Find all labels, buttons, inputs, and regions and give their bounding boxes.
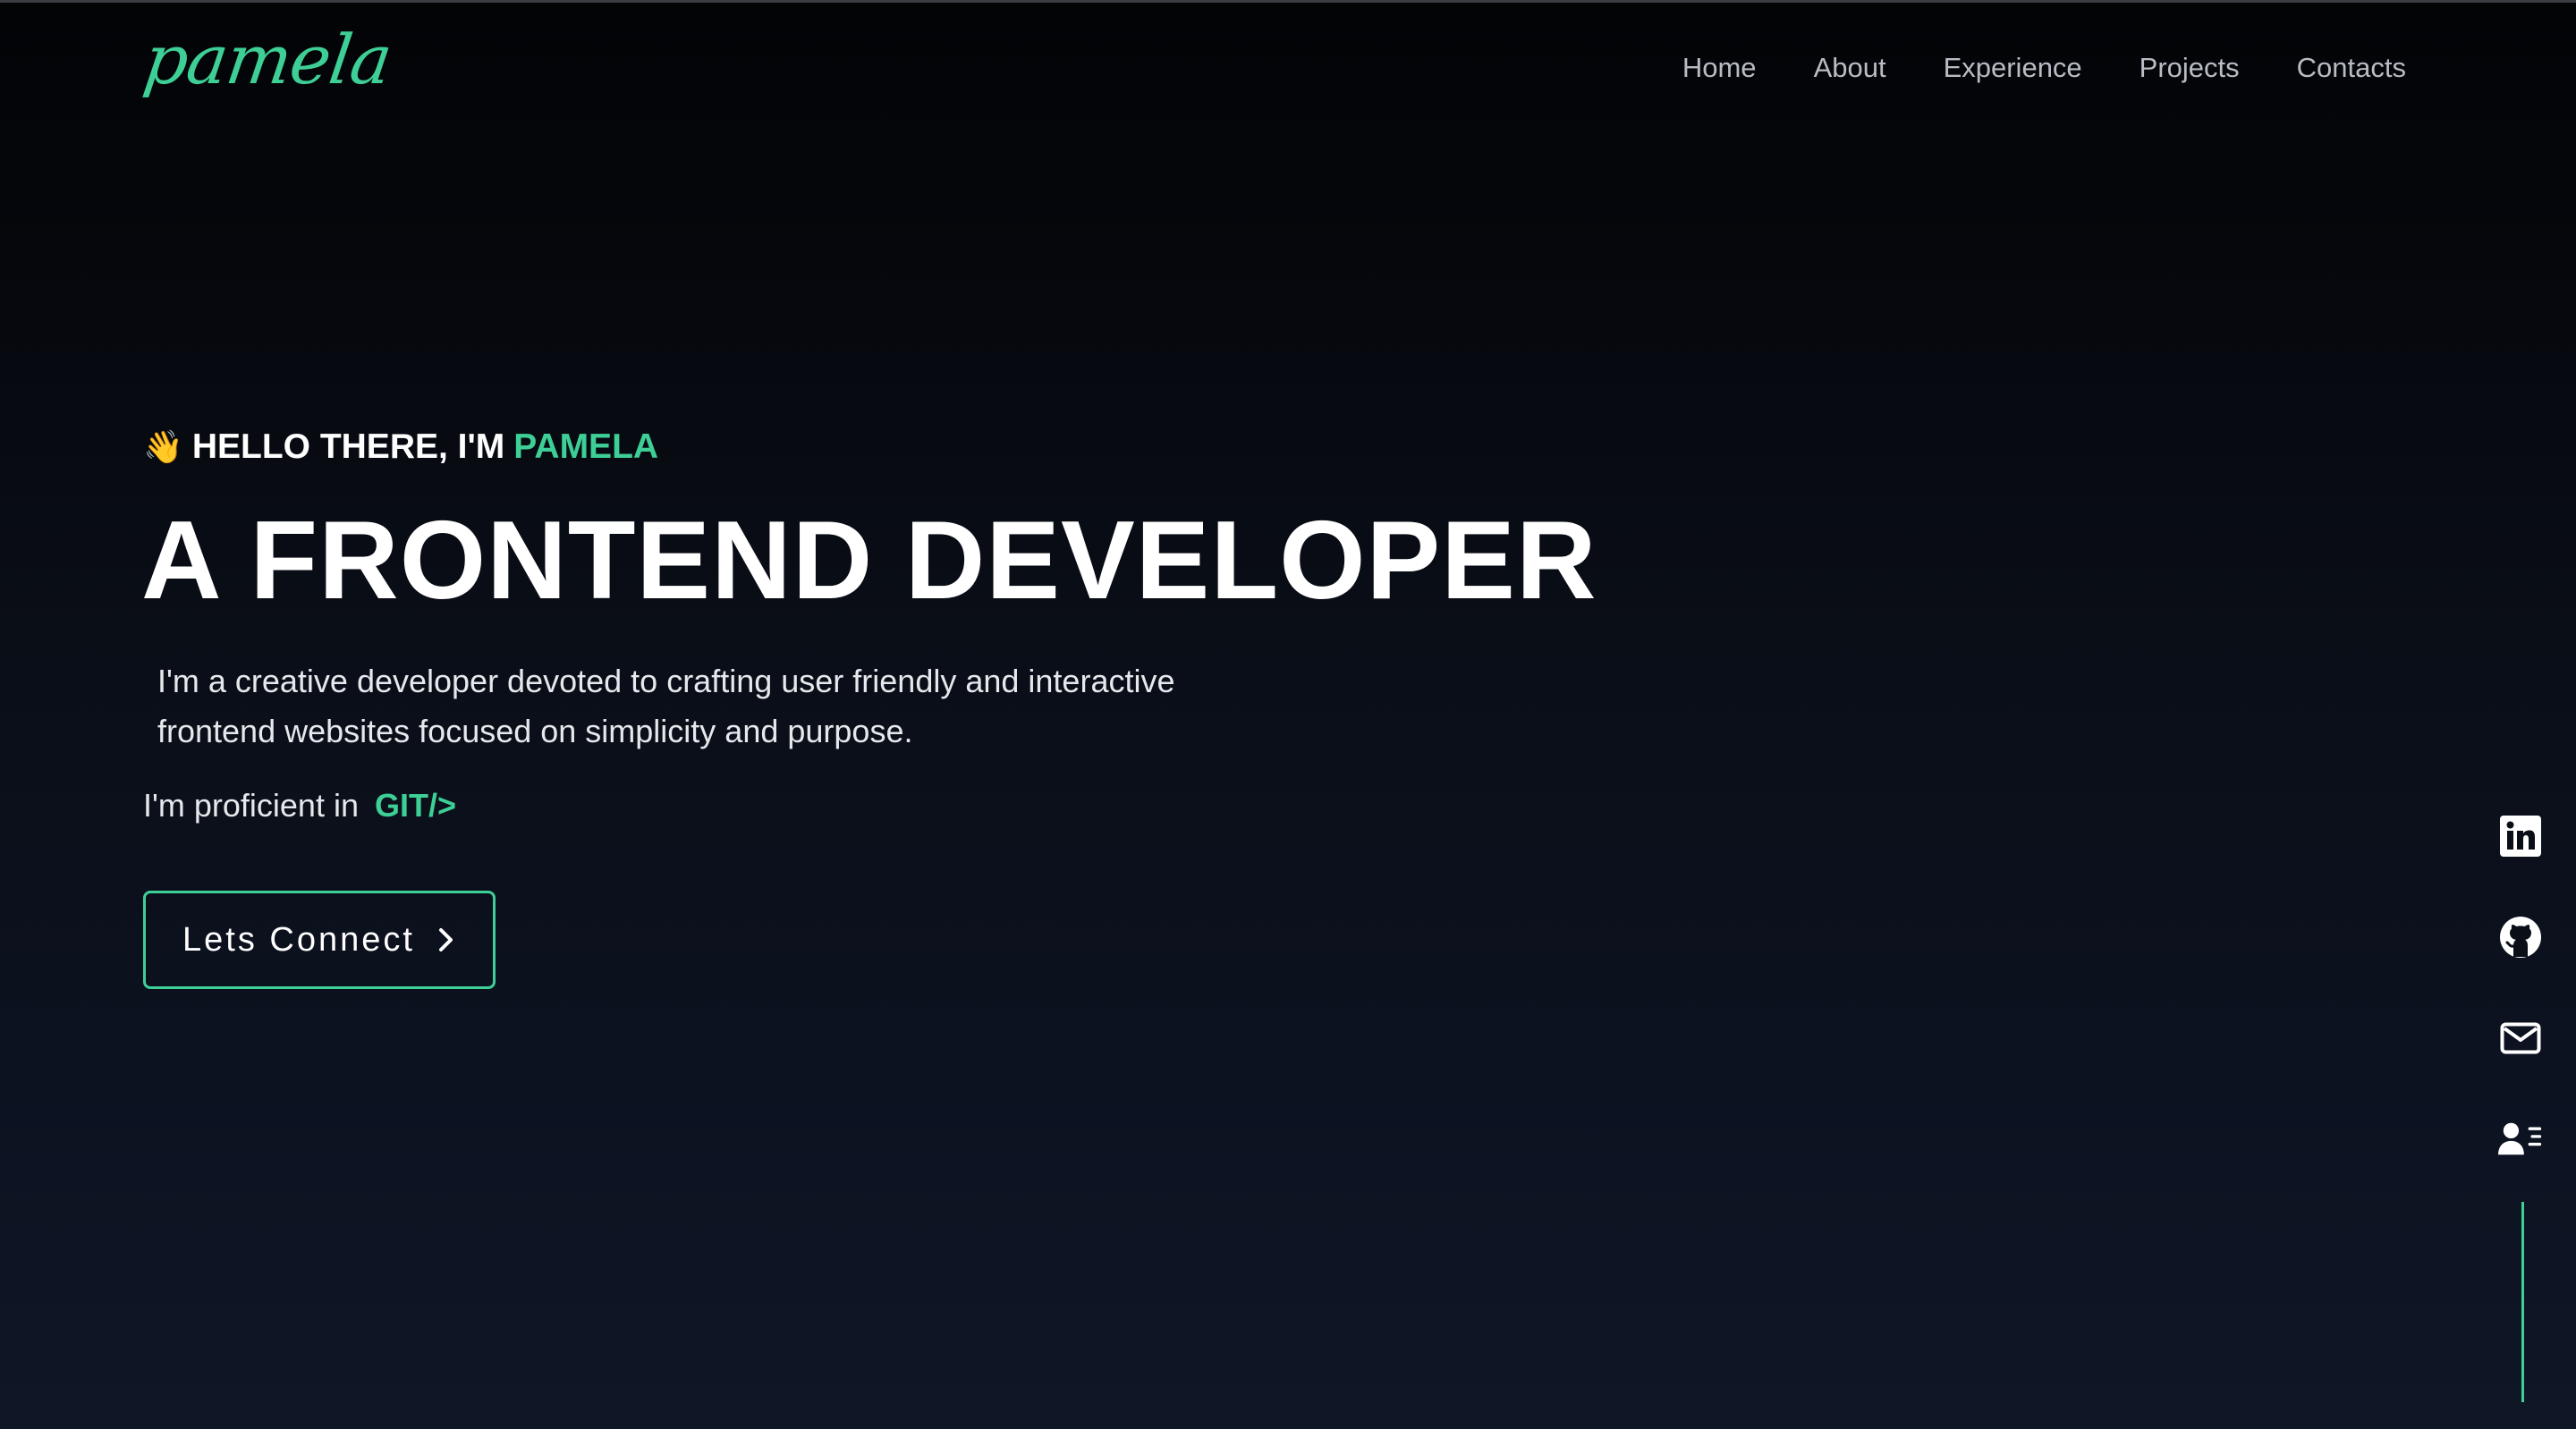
top-border bbox=[0, 0, 2576, 3]
proficient-skill: GIT/> bbox=[374, 787, 456, 824]
nav-home[interactable]: Home bbox=[1682, 52, 1757, 84]
chevron-right-icon bbox=[438, 928, 453, 951]
proficient-prefix: I'm proficient in bbox=[143, 787, 359, 824]
main-nav: Home About Experience Projects Contacts bbox=[1682, 52, 2406, 84]
social-divider-line bbox=[2521, 1202, 2524, 1402]
greeting-name: PAMELA bbox=[513, 427, 659, 466]
nav-contacts[interactable]: Contacts bbox=[2297, 52, 2406, 84]
hero-description: I'm a creative developer devoted to craf… bbox=[157, 656, 1320, 757]
description-line-2: frontend websites focused on simplicity … bbox=[157, 713, 913, 749]
nav-about[interactable]: About bbox=[1814, 52, 1886, 84]
logo[interactable]: pamela bbox=[140, 20, 396, 99]
nav-projects[interactable]: Projects bbox=[2140, 52, 2240, 84]
lets-connect-button[interactable]: Lets Connect bbox=[143, 891, 496, 989]
description-line-1: I'm a creative developer devoted to craf… bbox=[157, 663, 1175, 699]
greeting-text: HELLO THERE, I'M bbox=[191, 427, 505, 466]
mail-icon[interactable] bbox=[2498, 1016, 2543, 1061]
proficient-line: I'm proficient in GIT/> bbox=[143, 787, 456, 824]
hero-headline: A FRONTEND DEVELOPER bbox=[141, 499, 1597, 622]
wave-icon: 👋 bbox=[143, 428, 183, 465]
linkedin-icon[interactable] bbox=[2498, 814, 2543, 858]
contact-card-icon[interactable] bbox=[2498, 1117, 2543, 1162]
social-links bbox=[2496, 814, 2546, 1162]
hero-greeting: 👋 HELLO THERE, I'M PAMELA bbox=[143, 427, 658, 467]
github-icon[interactable] bbox=[2498, 915, 2543, 960]
nav-experience[interactable]: Experience bbox=[1944, 52, 2082, 84]
lets-connect-label: Lets Connect bbox=[182, 920, 415, 959]
